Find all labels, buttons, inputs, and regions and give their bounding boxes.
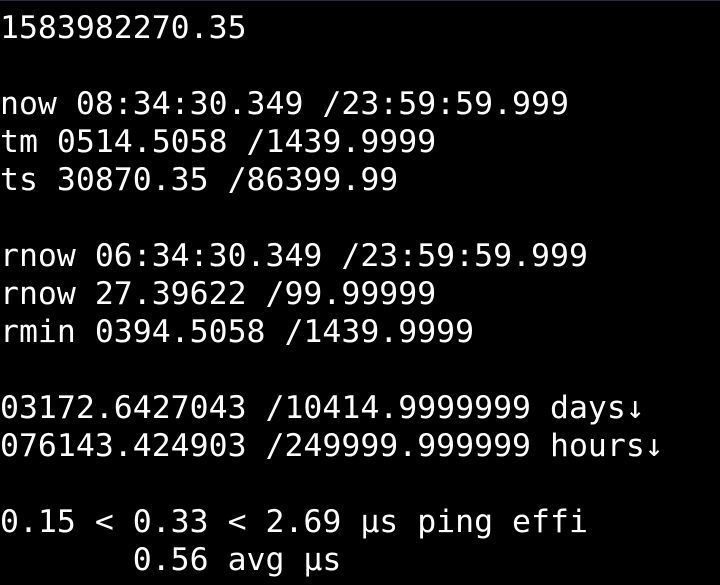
rmin-line: rmin 0394.5058 /1439.9999 [0, 314, 475, 350]
ping-average-line: 0.56 avg µs [0, 542, 342, 578]
now-time-line: now 08:34:30.349 /23:59:59.999 [0, 86, 569, 122]
epoch-timestamp-line: 1583982270.35 [0, 10, 247, 46]
rnow-time-line: rnow 06:34:30.349 /23:59:59.999 [0, 238, 588, 274]
ts-seconds-line: ts 30870.35 /86399.99 [0, 162, 399, 198]
rnow-percent-line: rnow 27.39622 /99.99999 [0, 276, 437, 312]
ping-efficiency-line: 0.15 < 0.33 < 2.69 µs ping effi [0, 504, 588, 540]
days-line: 03172.6427043 /10414.9999999 days↓ [0, 390, 645, 426]
hours-line: 076143.424903 /249999.999999 hours↓ [0, 428, 664, 464]
tm-minutes-line: tm 0514.5058 /1439.9999 [0, 124, 437, 160]
terminal-output: 1583982270.35 now 08:34:30.349 /23:59:59… [0, 1, 720, 585]
